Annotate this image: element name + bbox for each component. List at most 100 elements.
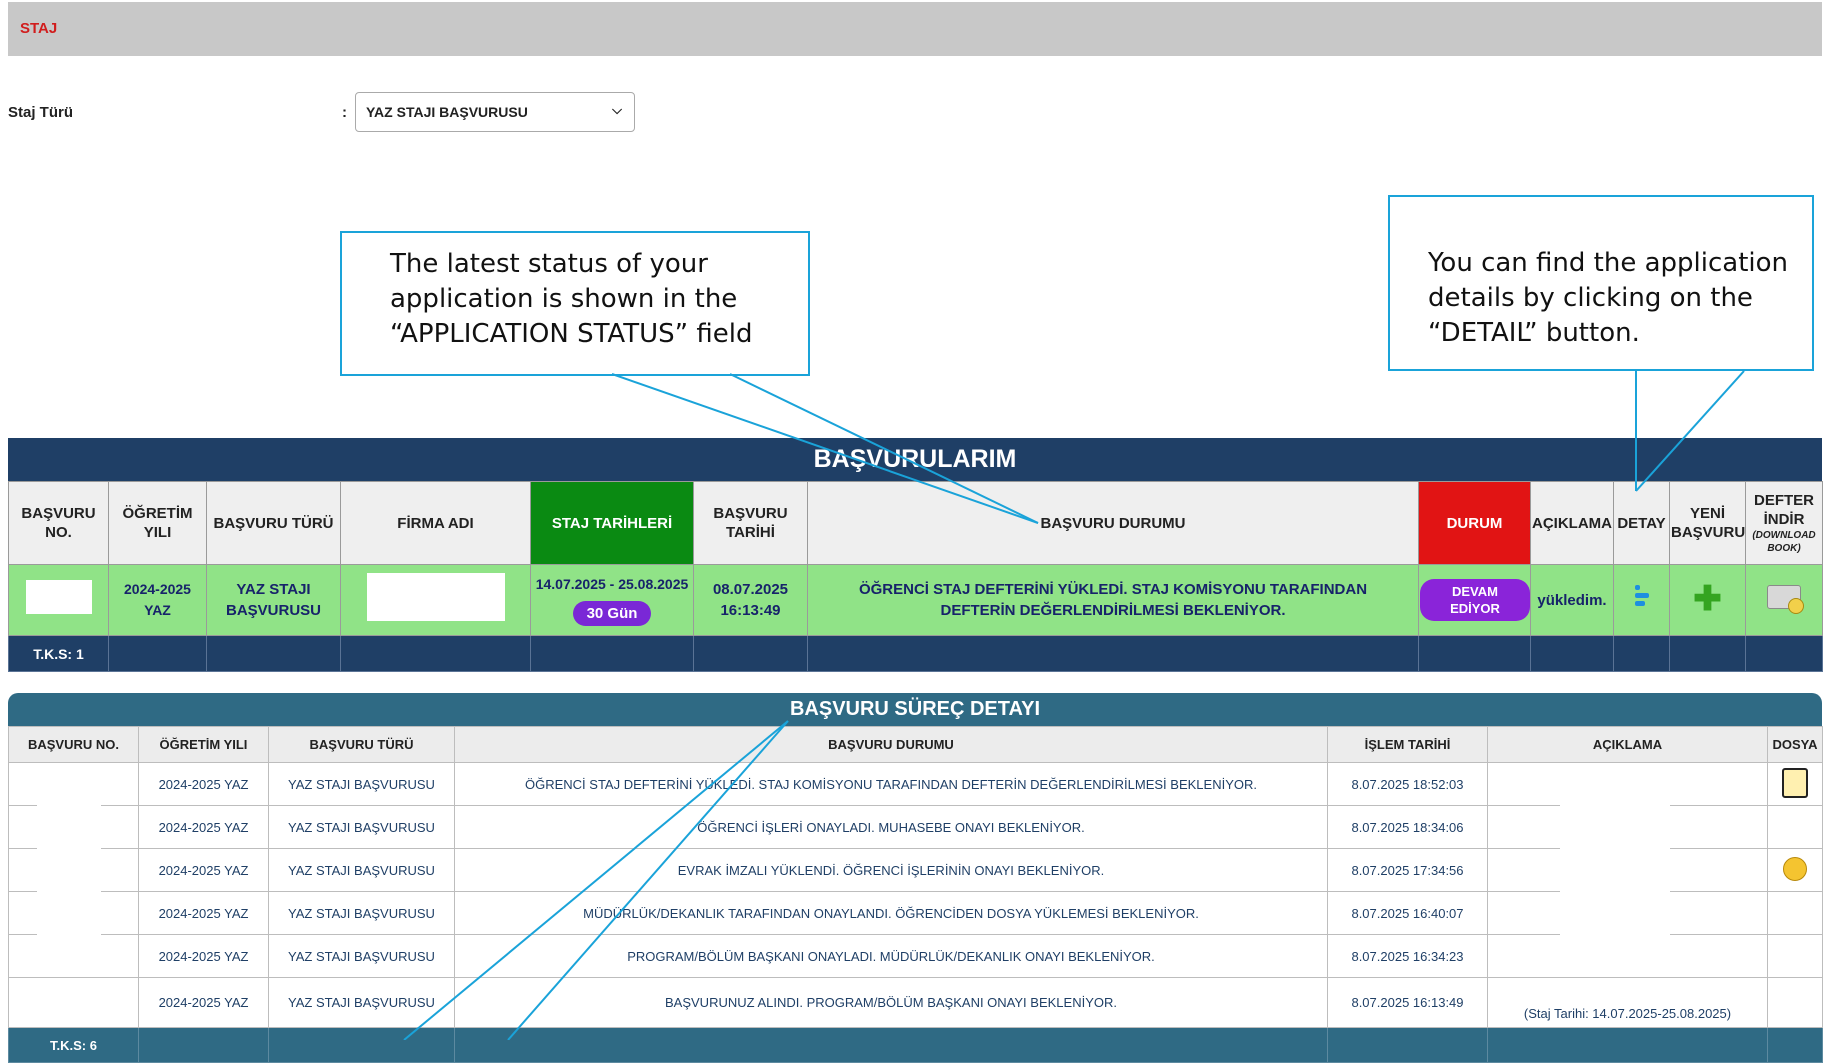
col-company-name: FİRMA ADI [340,481,531,565]
proc-col-note: AÇIKLAMA [1487,726,1768,763]
proc-col-no: BAŞVURU NO. [8,726,139,763]
internship-type-selected: YAZ STAJI BAŞVURUSU [366,104,528,120]
proc-type-cell: YAZ STAJI BAŞVURUSU [268,977,455,1028]
proc-year-cell: 2024-2025 YAZ [138,762,269,806]
col-detail: DETAY [1613,481,1670,565]
process-detail-title: BAŞVURU SÜREÇ DETAYI [8,693,1822,726]
application-row: 2024-2025 YAZ YAZ STAJI BAŞVURUSU 14.07.… [8,564,1823,636]
days-badge: 30 Gün [572,601,652,626]
proc-date-cell: 8.07.2025 16:13:49 [1327,977,1488,1028]
proc-status-cell: ÖĞRENCİ STAJ DEFTERİNİ YÜKLEDİ. STAJ KOM… [454,762,1328,806]
internship-dates-cell: 14.07.2025 - 25.08.2025 30 Gün [530,564,694,636]
proc-status-cell: BAŞVURUNUZ ALINDI. PROGRAM/BÖLÜM BAŞKANI… [454,977,1328,1028]
proc-note-cell: (Staj Tarihi: 14.07.2025-25.08.2025) [1487,977,1768,1028]
application-status-cell: ÖĞRENCİ STAJ DEFTERİNİ YÜKLEDİ. STAJ KOM… [807,564,1419,636]
application-no-cell [8,564,109,636]
proc-date-cell: 8.07.2025 16:40:07 [1327,891,1488,935]
proc-type-cell: YAZ STAJI BAŞVURUSU [268,805,455,849]
applications-panel: BAŞVURULARIM BAŞVURU NO. ÖĞRETİM YILI BA… [8,438,1823,672]
proc-date-cell: 8.07.2025 18:52:03 [1327,762,1488,806]
redacted-box [25,580,92,614]
internship-type-label: Staj Türü [8,104,74,121]
proc-file-cell [1767,977,1823,1028]
proc-file-cell [1767,805,1823,849]
proc-date-cell: 8.07.2025 18:34:06 [1327,805,1488,849]
proc-col-type: BAŞVURU TÜRÜ [268,726,455,763]
applications-table: BAŞVURU NO. ÖĞRETİM YILI BAŞVURU TÜRÜ Fİ… [8,481,1823,672]
proc-file-cell[interactable] [1767,762,1823,806]
detail-callout: You can find the application details by … [1388,195,1814,371]
process-detail-table: BAŞVURU NO. ÖĞRETİM YILI BAŞVURU TÜRÜ BA… [8,726,1823,1063]
note-cell: yükledim. [1530,564,1614,636]
status-callout-text: The latest status of your application is… [390,249,753,349]
proc-col-year: ÖĞRETİM YILI [138,726,269,763]
proc-status-cell: MÜDÜRLÜK/DEKANLIK TARAFINDAN ONAYLANDI. … [454,891,1328,935]
process-row: 2024-2025 YAZ YAZ STAJI BAŞVURUSU EVRAK … [8,848,1823,892]
new-application-cell[interactable]: ✚ [1669,564,1746,636]
internship-type-select[interactable]: YAZ STAJI BAŞVURUSU ⌵ [355,92,635,132]
redaction-mask [1560,764,1670,950]
process-detail-panel: BAŞVURU SÜREÇ DETAYI BAŞVURU NO. ÖĞRETİM… [8,693,1823,1063]
proc-file-cell [1767,891,1823,935]
book-download-icon[interactable] [1767,585,1804,614]
application-date-cell: 08.07.2025 16:13:49 [693,564,808,636]
proc-type-cell: YAZ STAJI BAŞVURUSU [268,762,455,806]
col-state: DURUM [1418,481,1531,565]
detail-callout-text: You can find the application details by … [1428,248,1789,348]
proc-file-cell [1767,934,1823,978]
plus-icon[interactable]: ✚ [1693,580,1722,618]
proc-year-cell: 2024-2025 YAZ [138,934,269,978]
proc-status-cell: EVRAK İMZALI YÜKLENDİ. ÖĞRENCİ İŞLERİNİN… [454,848,1328,892]
detail-cell[interactable] [1613,564,1670,636]
proc-year-cell: 2024-2025 YAZ [138,977,269,1028]
book-download-cell[interactable] [1745,564,1823,636]
application-year-cell: 2024-2025 YAZ [108,564,207,636]
proc-year-cell: 2024-2025 YAZ [138,848,269,892]
state-badge: DEVAM EDİYOR [1420,579,1530,621]
proc-date-cell: 8.07.2025 16:34:23 [1327,934,1488,978]
proc-file-cell[interactable] [1767,848,1823,892]
process-row: 2024-2025 YAZ YAZ STAJI BAŞVURUSU ÖĞRENC… [8,805,1823,849]
process-total: T.K.S: 6 [8,1027,139,1063]
document-icon[interactable] [1782,767,1808,798]
proc-year-cell: 2024-2025 YAZ [138,891,269,935]
proc-status-cell: PROGRAM/BÖLÜM BAŞKANI ONAYLADI. MÜDÜRLÜK… [454,934,1328,978]
process-row: 2024-2025 YAZ YAZ STAJI BAŞVURUSU PROGRA… [8,934,1823,978]
proc-no-cell [8,977,139,1028]
proc-col-status: BAŞVURU DURUMU [454,726,1328,763]
proc-type-cell: YAZ STAJI BAŞVURUSU [268,934,455,978]
col-academic-year: ÖĞRETİM YILI [108,481,207,565]
detail-icon[interactable] [1634,583,1649,611]
proc-type-cell: YAZ STAJI BAŞVURUSU [268,848,455,892]
col-note: AÇIKLAMA [1530,481,1614,565]
company-name-cell [340,564,531,636]
proc-date-cell: 8.07.2025 17:34:56 [1327,848,1488,892]
page-header-bar: STAJ [8,2,1822,56]
page-title: STAJ [20,20,58,37]
process-row: 2024-2025 YAZ YAZ STAJI BAŞVURUSU MÜDÜRL… [8,891,1823,935]
col-application-type: BAŞVURU TÜRÜ [206,481,341,565]
proc-status-cell: ÖĞRENCİ İŞLERİ ONAYLADI. MUHASEBE ONAYI … [454,805,1328,849]
proc-col-file: DOSYA [1767,726,1823,763]
file-icon[interactable] [1783,856,1807,881]
application-time: 16:13:49 [720,602,781,619]
col-application-no: BAŞVURU NO. [8,481,109,565]
redaction-mask [37,764,101,950]
proc-type-cell: YAZ STAJI BAŞVURUSU [268,891,455,935]
col-application-status: BAŞVURU DURUMU [807,481,1419,565]
application-type-cell: YAZ STAJI BAŞVURUSU [206,564,341,636]
state-cell: DEVAM EDİYOR [1418,564,1531,636]
col-application-date: BAŞVURU TARİHİ [693,481,808,565]
col-internship-dates: STAJ TARİHLERİ [530,481,694,565]
label-colon: : [342,104,347,121]
process-row: 2024-2025 YAZ YAZ STAJI BAŞVURUSU BAŞVUR… [8,977,1823,1028]
col-book-download: DEFTER İNDİR (DOWNLOAD BOOK) [1745,481,1823,565]
col-new-application: YENİ BAŞVURU [1669,481,1746,565]
application-date: 08.07.2025 [712,581,789,598]
applications-title: BAŞVURULARIM [8,438,1822,481]
applications-total: T.K.S: 1 [8,635,109,672]
book-download-header: DEFTER İNDİR [1754,492,1814,528]
proc-col-date: İŞLEM TARİHİ [1327,726,1488,763]
internship-dates: 14.07.2025 - 25.08.2025 [535,576,689,592]
status-callout: The latest status of your application is… [340,231,810,376]
